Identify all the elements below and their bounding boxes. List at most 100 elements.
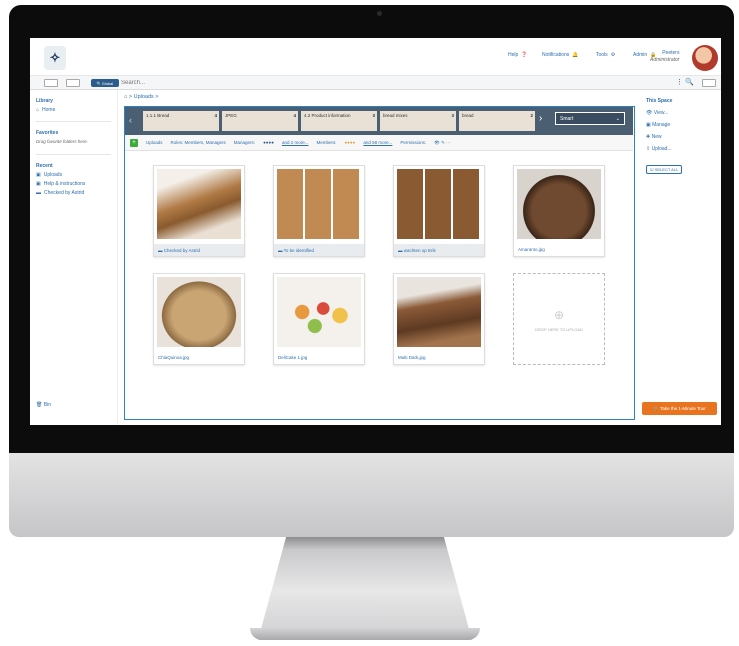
subfolder-tab[interactable]: bread 2 xyxy=(459,111,535,131)
top-bar: ✧ Help ❓ Notifications 🔔 Tools ⚙ Admin 🔒 Pee… xyxy=(30,38,721,76)
search-scope-select[interactable]: 🔍 Global xyxy=(91,79,119,87)
favorites-heading: Favorites xyxy=(36,130,59,136)
folder-icon: ▬ xyxy=(398,248,403,253)
search-input[interactable] xyxy=(121,78,421,88)
recent-item-help[interactable]: ▣ Help & instructions xyxy=(36,181,111,187)
subfolder-label: bread xyxy=(462,113,474,118)
bin-link[interactable]: 🗑 Bin xyxy=(36,402,51,408)
tile-caption-text: Checked by Astrid xyxy=(163,248,201,253)
plus-icon: ⊕ xyxy=(553,308,565,322)
subfolder-label: bread mixes xyxy=(383,113,408,118)
folder-icon: ▬ xyxy=(278,248,283,253)
folder-preview-image xyxy=(157,169,241,239)
subfolder-tab[interactable]: 4.2 Product information 3 xyxy=(301,111,377,131)
file-tile[interactable]: Multi Dark.jpg xyxy=(393,273,485,365)
folder-tile[interactable]: ▬ wachten op Erik xyxy=(393,165,485,257)
tools-label: Tools xyxy=(596,52,608,58)
toggle-left-panel-button[interactable] xyxy=(44,79,58,87)
folder-icon: ▬ xyxy=(36,190,41,196)
subfolder-strip: ‹ 1.1.1 Bread 4 JPEG 4 4.2 Product informa… xyxy=(125,107,633,135)
new-menu-item[interactable]: ✚ New xyxy=(646,134,717,140)
subfolder-tab[interactable]: 1.1.1 Bread 4 xyxy=(143,111,219,131)
recent-heading: Recent xyxy=(36,163,53,169)
roles-text[interactable]: Roles: Members, Managers xyxy=(171,140,226,145)
folder-toolbar: + Uploads Roles: Members, Managers Manag… xyxy=(125,135,633,151)
divider xyxy=(36,154,111,155)
monitor-stand xyxy=(258,530,472,640)
file-tile[interactable]: Amaranto.jpg xyxy=(513,165,605,257)
tour-button[interactable]: 🛒 Take the 1-Minute Tour xyxy=(642,402,717,415)
select-all-button[interactable]: ☑ SELECT ALL xyxy=(646,165,683,174)
user-name: Peeters xyxy=(662,50,680,56)
avatar[interactable] xyxy=(692,45,718,71)
tile-caption-text: DeliCake 1.jpg xyxy=(278,355,308,360)
uploads-link[interactable]: Uploads xyxy=(146,140,163,145)
recent-item-label: Help & instructions xyxy=(43,181,86,187)
managers-avatars[interactable]: ●●●● xyxy=(263,140,274,145)
home-icon: ⌂ xyxy=(36,107,40,113)
managers-label: Managers: xyxy=(233,140,256,145)
drop-zone[interactable]: ⊕ DROP HERE TO UPLOAD xyxy=(513,273,605,365)
sidebar-item-home[interactable]: ⌂ Home xyxy=(36,107,111,113)
notifications-link[interactable]: Notifications 🔔 xyxy=(542,52,578,58)
search-bar: 🔍Global ⋮ 🔍 xyxy=(30,76,721,90)
recent-item-uploads[interactable]: ▣ Uploads xyxy=(36,172,111,178)
eye-icon: 👁 xyxy=(646,110,653,116)
gear-icon: ⚙ xyxy=(610,52,616,58)
folder-icon: ▣ xyxy=(36,172,41,178)
upload-menu-item[interactable]: ⇪ Upload... xyxy=(646,146,717,152)
app-logo-icon[interactable]: ✧ xyxy=(44,46,66,70)
subfolder-tab[interactable]: bread mixes 3 xyxy=(380,111,456,131)
this-space-heading: This Space xyxy=(646,98,673,104)
chevron-left-icon[interactable]: ‹ xyxy=(129,115,132,125)
new-menu-label: New xyxy=(651,134,662,140)
help-label: Help xyxy=(508,52,519,58)
select-all-label: SELECT ALL xyxy=(654,167,679,172)
tile-caption-text: ChiaQuinoa.jpg xyxy=(158,355,190,360)
user-role: Administrator xyxy=(650,57,680,63)
members-more-link[interactable]: and 58 more... xyxy=(363,140,392,145)
manage-menu-label: Manage xyxy=(652,122,671,128)
tile-caption: ▬ Checked by Astrid xyxy=(154,244,244,256)
right-sidebar: This Space 👁 View... ▣ Manage ✚ New ⇪ Up… xyxy=(642,90,721,425)
folder-tile[interactable]: ▬ Checked by Astrid xyxy=(153,165,245,257)
search-scope-label: Global xyxy=(101,80,114,86)
breadcrumb-current[interactable]: Uploads > xyxy=(134,94,159,100)
home-label: Home xyxy=(42,107,56,113)
subfolder-count: 4 xyxy=(293,113,296,118)
manage-menu-item[interactable]: ▣ Manage xyxy=(646,122,717,128)
chevron-right-icon[interactable]: › xyxy=(539,113,542,124)
managers-more-link[interactable]: and 2 more... xyxy=(282,140,309,145)
recent-item-label: Checked by Astrid xyxy=(44,190,85,196)
file-tile[interactable]: DeliCake 1.jpg xyxy=(273,273,365,365)
manage-icon: ▣ xyxy=(646,122,651,128)
chevron-down-icon: ⌄ xyxy=(615,116,620,122)
notifications-label: Notifications xyxy=(542,52,570,58)
tools-link[interactable]: Tools ⚙ xyxy=(596,52,615,58)
upload-icon[interactable]: + xyxy=(130,138,138,147)
subfolder-label: 1.1.1 Bread xyxy=(146,113,170,118)
admin-label: Admin xyxy=(633,52,648,58)
search-options-icon[interactable]: ⋮ 🔍 xyxy=(676,78,694,86)
members-avatars[interactable]: ●●●● xyxy=(344,140,355,145)
folder-tile[interactable]: ▬ To be identified xyxy=(273,165,365,257)
tile-caption: ▬ wachten op Erik xyxy=(394,244,484,256)
recent-item-checked[interactable]: ▬ Checked by Astrid xyxy=(36,190,111,196)
layout-toggle-button[interactable] xyxy=(66,79,80,87)
breadcrumb-home[interactable]: ⌂ > xyxy=(124,94,132,100)
checkbox-icon: ☑ xyxy=(650,167,654,172)
help-link[interactable]: Help ❓ xyxy=(508,52,528,58)
user-info[interactable]: Peeters Administrator xyxy=(650,50,679,64)
members-label: Members: xyxy=(316,140,337,145)
upload-icon: ⇪ xyxy=(646,146,651,152)
permissions-icons[interactable]: 👁 ✎ ⋯ xyxy=(434,140,450,146)
view-menu-item[interactable]: 👁 View... xyxy=(646,110,717,116)
view-select[interactable]: Smart ⌄ xyxy=(555,112,625,125)
toggle-right-panel-button[interactable] xyxy=(702,79,716,87)
file-tile[interactable]: ChiaQuinoa.jpg xyxy=(153,273,245,365)
upload-menu-label: Upload... xyxy=(651,146,672,152)
permissions-label: Permissions: xyxy=(400,140,427,145)
folder-icon: ▬ xyxy=(158,248,163,253)
camera-icon xyxy=(377,11,382,16)
subfolder-tab[interactable]: JPEG 4 xyxy=(222,111,298,131)
